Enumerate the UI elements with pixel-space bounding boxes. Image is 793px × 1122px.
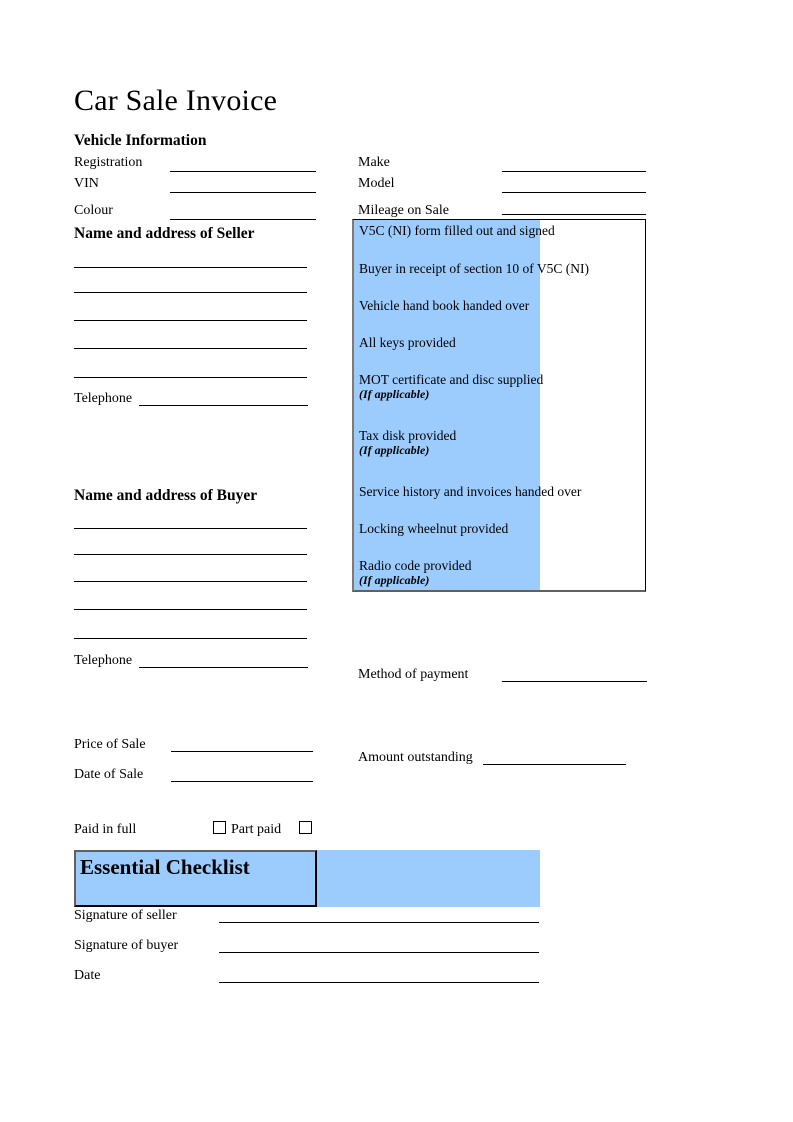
input-colour[interactable] [170,219,316,220]
seller-heading: Name and address of Seller [74,225,255,242]
input-vin[interactable] [170,192,316,193]
input-model[interactable] [502,192,646,193]
input-method-of-payment[interactable] [502,681,647,682]
label-paid-in-full: Paid in full [74,822,137,837]
input-signature-date[interactable] [219,982,539,983]
label-amount-outstanding: Amount outstanding [358,750,473,765]
input-seller-address-2[interactable] [74,292,307,293]
checklist-item-hand-book[interactable]: Vehicle hand book handed over [359,298,529,313]
label-signature-of-buyer: Signature of buyer [74,938,179,953]
input-seller-address-4[interactable] [74,348,307,349]
essential-checklist-banner-fill [317,850,540,907]
label-signature-of-seller: Signature of seller [74,908,177,923]
input-seller-address-5[interactable] [74,377,307,378]
label-buyer-telephone: Telephone [74,653,133,668]
label-signature-date: Date [74,968,101,983]
invoice-page: Car Sale Invoice Vehicle Information Reg… [0,0,793,1122]
label-make: Make [358,155,390,170]
input-buyer-telephone[interactable] [139,667,308,668]
input-buyer-address-4[interactable] [74,609,307,610]
input-mileage-on-sale[interactable] [502,214,646,215]
label-method-of-payment: Method of payment [358,667,469,682]
input-make[interactable] [502,171,646,172]
label-colour: Colour [74,203,113,218]
input-signature-of-seller[interactable] [219,922,539,923]
checklist-item-service-history[interactable]: Service history and invoices handed over [359,484,581,499]
checkbox-paid-in-full[interactable] [213,821,226,834]
input-seller-telephone[interactable] [139,405,308,406]
buyer-heading: Name and address of Buyer [74,487,258,504]
input-seller-address-1[interactable] [74,267,307,268]
checklist-item-all-keys[interactable]: All keys provided [359,335,456,350]
input-buyer-address-5[interactable] [74,638,307,639]
label-seller-telephone: Telephone [74,391,133,406]
input-price-of-sale[interactable] [171,751,313,752]
checklist-item-mot-certificate[interactable]: MOT certificate and disc supplied [359,372,543,387]
page-title: Car Sale Invoice [74,84,278,117]
label-part-paid: Part paid [231,822,282,837]
checklist-note-radio-code: (If applicable) [359,573,430,587]
input-seller-address-3[interactable] [74,320,307,321]
checkbox-part-paid[interactable] [299,821,312,834]
input-signature-of-buyer[interactable] [219,952,539,953]
input-registration[interactable] [170,171,316,172]
label-registration: Registration [74,155,143,170]
checklist-item-locking-wheelnut[interactable]: Locking wheelnut provided [359,521,508,536]
label-date-of-sale: Date of Sale [74,767,144,782]
checklist-item-v5c-form[interactable]: V5C (NI) form filled out and signed [359,223,555,238]
checklist-note-tax-disk: (If applicable) [359,443,430,457]
label-vin: VIN [74,176,99,191]
input-buyer-address-2[interactable] [74,554,307,555]
checklist-item-section-10[interactable]: Buyer in receipt of section 10 of V5C (N… [359,261,589,276]
vehicle-information-heading: Vehicle Information [74,132,207,149]
input-date-of-sale[interactable] [171,781,313,782]
essential-checklist-title: Essential Checklist [80,855,250,879]
label-mileage-on-sale: Mileage on Sale [358,203,449,218]
label-price-of-sale: Price of Sale [74,737,146,752]
checklist-item-radio-code[interactable]: Radio code provided [359,558,471,573]
input-amount-outstanding[interactable] [483,764,626,765]
checklist-note-mot-certificate: (If applicable) [359,387,430,401]
input-buyer-address-3[interactable] [74,581,307,582]
input-buyer-address-1[interactable] [74,528,307,529]
vehicle-checklist-box: V5C (NI) form filled out and signed Buye… [352,219,646,592]
label-model: Model [358,176,395,191]
checklist-item-tax-disk[interactable]: Tax disk provided [359,428,456,443]
